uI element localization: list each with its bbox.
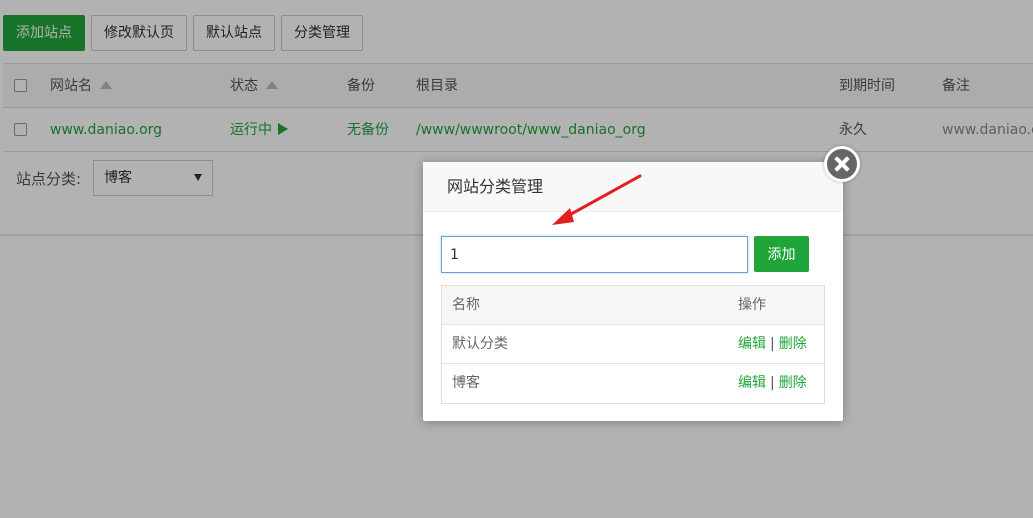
category-actions: 编辑 | 删除	[738, 364, 807, 402]
category-actions: 编辑 | 删除	[738, 325, 807, 363]
annotation-arrow-icon	[552, 174, 642, 225]
column-header-action: 操作	[738, 297, 766, 313]
table-row: 默认分类 编辑 | 删除	[442, 325, 824, 364]
category-input-row: 添加	[441, 236, 809, 273]
category-name-input[interactable]	[441, 236, 748, 273]
column-header-name: 名称	[452, 297, 480, 313]
category-name: 博客	[452, 375, 480, 391]
add-category-button[interactable]: 添加	[754, 236, 809, 272]
close-icon[interactable]	[824, 146, 860, 182]
edit-link[interactable]: 编辑	[738, 375, 766, 391]
delete-link[interactable]: 删除	[779, 375, 807, 391]
action-separator: |	[770, 375, 775, 391]
category-table: 名称 操作 默认分类 编辑 | 删除 博客 编辑 | 删除	[441, 285, 825, 404]
edit-link[interactable]: 编辑	[738, 336, 766, 352]
category-table-header: 名称 操作	[442, 286, 824, 325]
table-row: 博客 编辑 | 删除	[442, 364, 824, 403]
category-name: 默认分类	[452, 336, 508, 352]
action-separator: |	[770, 336, 775, 352]
delete-link[interactable]: 删除	[779, 336, 807, 352]
